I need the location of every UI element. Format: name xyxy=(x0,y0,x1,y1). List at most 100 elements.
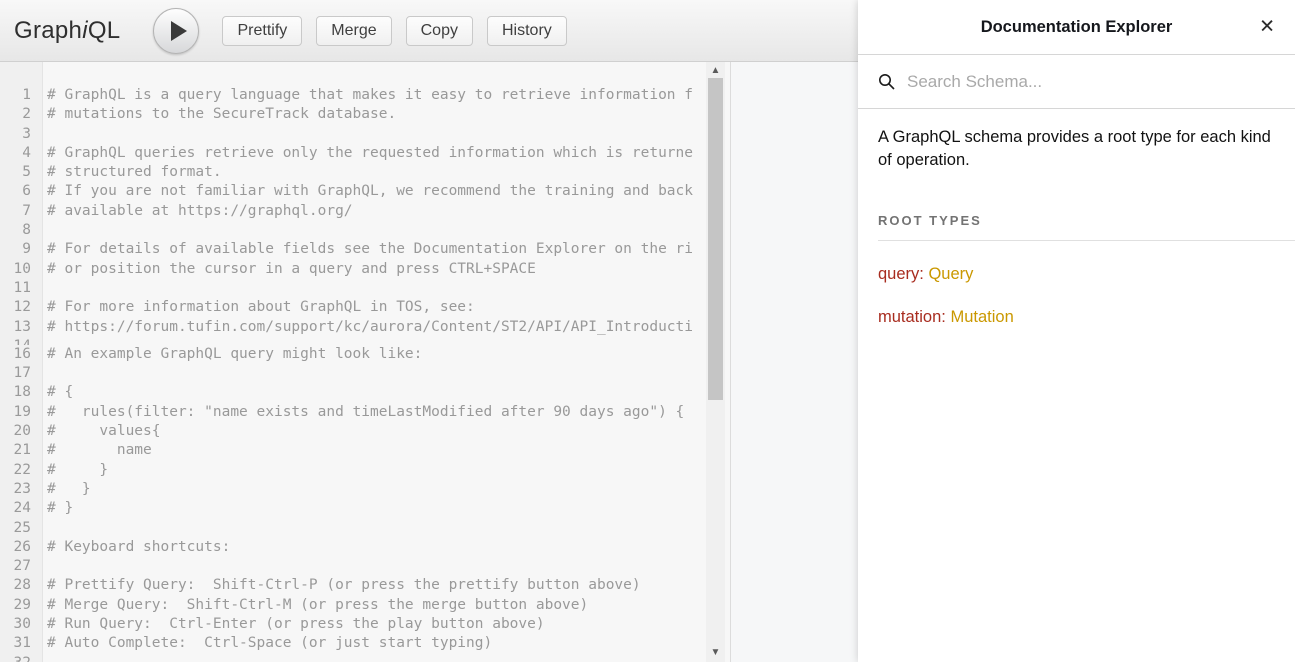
editor-line: 1# GraphQL is a query language that make… xyxy=(0,86,705,105)
line-number: 31 xyxy=(0,634,43,653)
editor-line: 10# or position the cursor in a query an… xyxy=(0,260,705,279)
line-text: # For more information about GraphQL in … xyxy=(47,298,475,317)
editor-line: 19# rules(filter: "name exists and timeL… xyxy=(0,403,705,422)
editor-line: 23# } xyxy=(0,480,705,499)
line-text: # Merge Query: Shift-Ctrl-M (or press th… xyxy=(47,596,588,615)
line-number: 17 xyxy=(0,364,43,383)
result-pane xyxy=(731,62,858,662)
search-schema-input[interactable] xyxy=(905,71,1275,93)
line-text: # For details of available fields see th… xyxy=(47,240,693,259)
root-types-section-header: ROOT TYPES xyxy=(878,213,1295,241)
doc-explorer-header: Documentation Explorer ✕ xyxy=(858,0,1295,55)
line-number: 24 xyxy=(0,499,43,518)
editor-line: 18# { xyxy=(0,383,705,402)
line-number: 23 xyxy=(0,480,43,499)
editor-line: 24# } xyxy=(0,499,705,518)
line-text: # If you are not familiar with GraphQL, … xyxy=(47,182,693,201)
line-number: 21 xyxy=(0,441,43,460)
editor-line: 6# If you are not familiar with GraphQL,… xyxy=(0,182,705,201)
field-name-link[interactable]: mutation xyxy=(878,308,941,326)
editor-line: 11 xyxy=(0,279,705,298)
line-text: # An example GraphQL query might look li… xyxy=(47,345,422,364)
line-text: # Run Query: Ctrl-Enter (or press the pl… xyxy=(47,615,545,634)
root-types-title: ROOT TYPES xyxy=(878,213,1295,228)
line-text: # rules(filter: "name exists and timeLas… xyxy=(47,403,684,422)
type-name-link[interactable]: Mutation xyxy=(950,308,1013,326)
line-number: 25 xyxy=(0,519,43,538)
editor-line: 30# Run Query: Ctrl-Enter (or press the … xyxy=(0,615,705,634)
editor-line: 13# https://forum.tufin.com/support/kc/a… xyxy=(0,318,705,337)
scroll-down-arrow-icon[interactable]: ▼ xyxy=(706,645,725,661)
line-text: # } xyxy=(47,480,91,499)
play-icon xyxy=(171,21,187,41)
editor-line: 16# An example GraphQL query might look … xyxy=(0,345,705,364)
line-number: 30 xyxy=(0,615,43,634)
documentation-explorer-panel: Documentation Explorer ✕ A GraphQL schem… xyxy=(858,0,1295,662)
editor-line: 22# } xyxy=(0,461,705,480)
copy-button[interactable]: Copy xyxy=(406,16,473,46)
line-text: # https://forum.tufin.com/support/kc/aur… xyxy=(47,318,693,337)
editor-line: 3 xyxy=(0,125,705,144)
line-text: # values{ xyxy=(47,422,161,441)
line-number: 29 xyxy=(0,596,43,615)
type-name-link[interactable]: Query xyxy=(928,265,973,283)
line-number: 22 xyxy=(0,461,43,480)
editor-line: 21# name xyxy=(0,441,705,460)
editor-lines: 1# GraphQL is a query language that make… xyxy=(0,86,705,662)
line-number: 3 xyxy=(0,125,43,144)
editor-line: 31# Auto Complete: Ctrl-Space (or just s… xyxy=(0,634,705,653)
line-number: 12 xyxy=(0,298,43,317)
root-type-item: query: Query xyxy=(878,265,1275,284)
line-number: 13 xyxy=(0,318,43,337)
line-text: # Keyboard shortcuts: xyxy=(47,538,230,557)
line-text: # structured format. xyxy=(47,163,222,182)
query-region: GraphiQL PrettifyMergeCopyHistory 1# Gra… xyxy=(0,0,858,662)
editor-line: 7# available at https://graphql.org/ xyxy=(0,202,705,221)
schema-search-row xyxy=(858,55,1295,109)
line-number: 20 xyxy=(0,422,43,441)
line-text: # } xyxy=(47,461,108,480)
prettify-button[interactable]: Prettify xyxy=(222,16,302,46)
topbar: GraphiQL PrettifyMergeCopyHistory xyxy=(0,0,858,62)
line-number: 5 xyxy=(0,163,43,182)
editor-scrollbar[interactable]: ▲ ▼ xyxy=(706,62,725,662)
editor-line: 28# Prettify Query: Shift-Ctrl-P (or pre… xyxy=(0,576,705,595)
editor-line: 12# For more information about GraphQL i… xyxy=(0,298,705,317)
line-number: 18 xyxy=(0,383,43,402)
line-number: 7 xyxy=(0,202,43,221)
editor-line: 17 xyxy=(0,364,705,383)
editor-line: 27 xyxy=(0,557,705,576)
line-text: # Auto Complete: Ctrl-Space (or just sta… xyxy=(47,634,492,653)
line-text: # or position the cursor in a query and … xyxy=(47,260,536,279)
editor-line: 2# mutations to the SecureTrack database… xyxy=(0,105,705,124)
line-number: 6 xyxy=(0,182,43,201)
workspace: 1# GraphQL is a query language that make… xyxy=(0,62,858,662)
line-number: 1 xyxy=(0,86,43,105)
line-number: 26 xyxy=(0,538,43,557)
editor-line: 26# Keyboard shortcuts: xyxy=(0,538,705,557)
line-number: 27 xyxy=(0,557,43,576)
line-text: # GraphQL queries retrieve only the requ… xyxy=(47,144,693,163)
merge-button[interactable]: Merge xyxy=(316,16,391,46)
scroll-up-arrow-icon[interactable]: ▲ xyxy=(706,63,725,79)
editor-line: 8 xyxy=(0,221,705,240)
line-number: 9 xyxy=(0,240,43,259)
line-number: 8 xyxy=(0,221,43,240)
field-name-link[interactable]: query xyxy=(878,265,919,283)
editor-line: 29# Merge Query: Shift-Ctrl-M (or press … xyxy=(0,596,705,615)
close-icon[interactable]: ✕ xyxy=(1257,16,1277,39)
query-editor[interactable]: 1# GraphQL is a query language that make… xyxy=(0,62,731,662)
search-icon xyxy=(878,73,895,90)
line-number: 28 xyxy=(0,576,43,595)
root-types-list: query: Query mutation: Mutation xyxy=(858,241,1295,327)
editor-line: 20# values{ xyxy=(0,422,705,441)
execute-query-button[interactable] xyxy=(153,8,199,54)
line-number: 11 xyxy=(0,279,43,298)
root-type-item: mutation: Mutation xyxy=(878,308,1275,327)
scrollbar-thumb[interactable] xyxy=(708,78,723,400)
line-text: # GraphQL is a query language that makes… xyxy=(47,86,693,105)
line-number: 4 xyxy=(0,144,43,163)
line-number: 32 xyxy=(0,654,43,662)
line-text: # Prettify Query: Shift-Ctrl-P (or press… xyxy=(47,576,641,595)
history-button[interactable]: History xyxy=(487,16,567,46)
